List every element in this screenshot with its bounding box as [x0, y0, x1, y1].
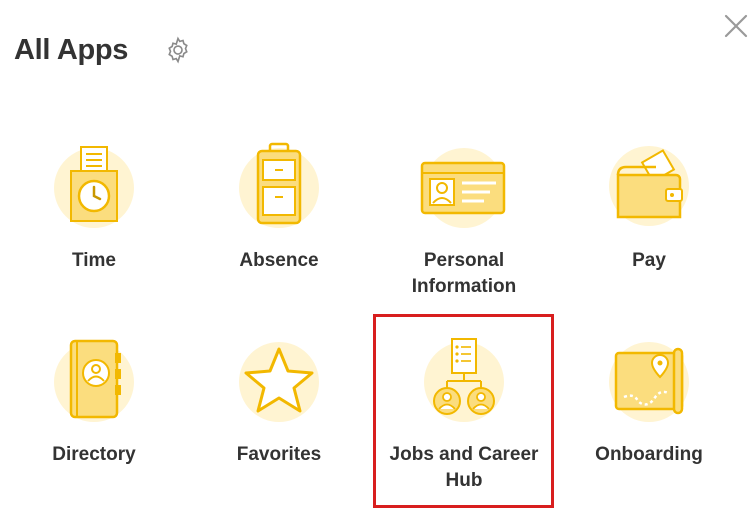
- time-clock-icon: [44, 136, 144, 236]
- app-tile-onboarding[interactable]: Onboarding: [559, 330, 739, 468]
- address-book-icon: [44, 330, 144, 430]
- app-tile-jobs-and-career-hub[interactable]: Jobs and Career Hub: [374, 330, 554, 494]
- wallet-icon: [599, 136, 699, 236]
- app-tile-pay[interactable]: Pay: [559, 136, 739, 274]
- app-label-personal-information: Personal Information: [411, 250, 517, 297]
- app-label-onboarding: Onboarding: [595, 444, 703, 465]
- page-title: All Apps: [14, 34, 129, 66]
- app-tile-favorites[interactable]: Favorites: [189, 330, 369, 468]
- settings-button[interactable]: [161, 33, 195, 67]
- close-button[interactable]: [722, 12, 750, 40]
- onboarding-map-icon: [599, 330, 699, 430]
- gear-icon: [168, 36, 188, 64]
- close-icon: [724, 14, 748, 38]
- app-tile-directory[interactable]: Directory: [4, 330, 184, 468]
- app-label-directory: Directory: [52, 444, 136, 465]
- app-label-time: Time: [71, 250, 116, 271]
- app-tile-time[interactable]: Time: [4, 136, 184, 274]
- all-apps-panel: All Apps Time Absence Personal Informati…: [0, 0, 750, 514]
- id-card-icon: [414, 136, 514, 236]
- app-label-absence: Absence: [239, 250, 319, 271]
- app-label-pay: Pay: [632, 250, 666, 271]
- app-tile-personal-information[interactable]: Personal Information: [374, 136, 554, 300]
- career-hub-icon: [414, 330, 514, 430]
- app-tile-absence[interactable]: Absence: [189, 136, 369, 274]
- luggage-icon: [229, 136, 329, 236]
- app-label-jobs-and-career-hub: Jobs and Career Hub: [389, 444, 539, 491]
- app-label-favorites: Favorites: [236, 444, 322, 465]
- star-icon: [229, 330, 329, 430]
